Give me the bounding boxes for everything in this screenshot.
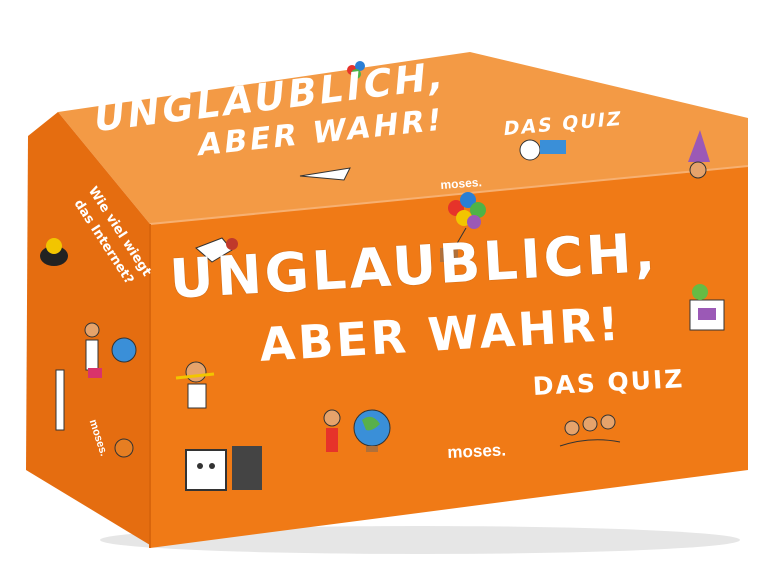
side-tower-icon — [55, 369, 65, 431]
top-brand-logo: moses. — [440, 175, 483, 192]
basketball-icon — [114, 438, 134, 458]
monitor-icon — [185, 446, 262, 491]
side-globe-icon — [111, 337, 137, 363]
front-brand-logo: moses. — [447, 440, 507, 462]
product-scene: UNGLAUBLICH, ABER WAHR! DAS QUIZ moses. … — [0, 0, 768, 566]
